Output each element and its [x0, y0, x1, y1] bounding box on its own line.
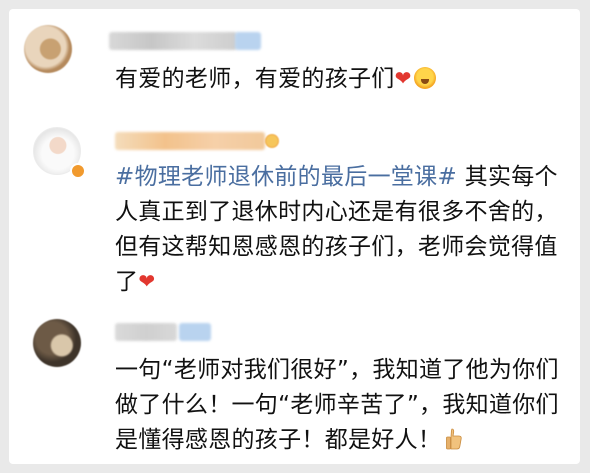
comment-item: 一句“老师对我们很好”，我知道了他为你们 做了什么！一句“老师辛苦了”，我知道你… — [9, 309, 580, 464]
heart-icon: ❤ — [138, 269, 156, 293]
comment-item: 有爱的老师，有爱的孩子们❤ — [9, 9, 580, 109]
comment-body: 有爱的老师，有爱的孩子们 — [115, 66, 395, 92]
comment-line: 但有这帮知恩感恩的孩子们，老师会觉得值 — [115, 234, 558, 260]
topic-link[interactable]: #物理老师退休前的最后一堂课# — [115, 164, 457, 190]
comment-text: #物理老师退休前的最后一堂课# 其实每个 人真正到了退休时内心还是有很多不舍的，… — [115, 160, 573, 300]
username-redacted[interactable] — [109, 32, 237, 50]
comment-line: 是懂得感恩的孩子！都是好人！ — [115, 427, 442, 453]
level-badge — [179, 323, 211, 341]
comment-item: #物理老师退休前的最后一堂课# 其实每个 人真正到了退休时内心还是有很多不舍的，… — [9, 117, 580, 307]
level-badge — [235, 32, 261, 50]
comment-text: 一句“老师对我们很好”，我知道了他为你们 做了什么！一句“老师辛苦了”，我知道你… — [115, 353, 573, 458]
comment-list: 有爱的老师，有爱的孩子们❤ #物理老师退休前的最后一堂课# 其实每个 人真正到了… — [9, 9, 580, 464]
emoji-icon — [413, 67, 436, 89]
comment-line: 了 — [115, 269, 139, 295]
thumbs-up-icon — [446, 428, 462, 450]
username-redacted[interactable] — [115, 323, 177, 341]
heart-icon: ❤ — [394, 66, 412, 90]
verified-badge-icon — [70, 163, 86, 179]
avatar[interactable] — [33, 319, 81, 367]
comment-text: 有爱的老师，有爱的孩子们❤ — [115, 62, 573, 97]
comment-line: 做了什么！一句“老师辛苦了”，我知道你们 — [115, 392, 559, 418]
comment-line: 其实每个 — [457, 164, 558, 190]
crown-icon — [265, 134, 279, 148]
comment-line: 人真正到了退休时内心还是有很多不舍的， — [115, 199, 558, 225]
comment-line: 一句“老师对我们很好”，我知道了他为你们 — [115, 357, 559, 383]
avatar[interactable] — [24, 25, 72, 73]
username-redacted[interactable] — [115, 132, 265, 150]
